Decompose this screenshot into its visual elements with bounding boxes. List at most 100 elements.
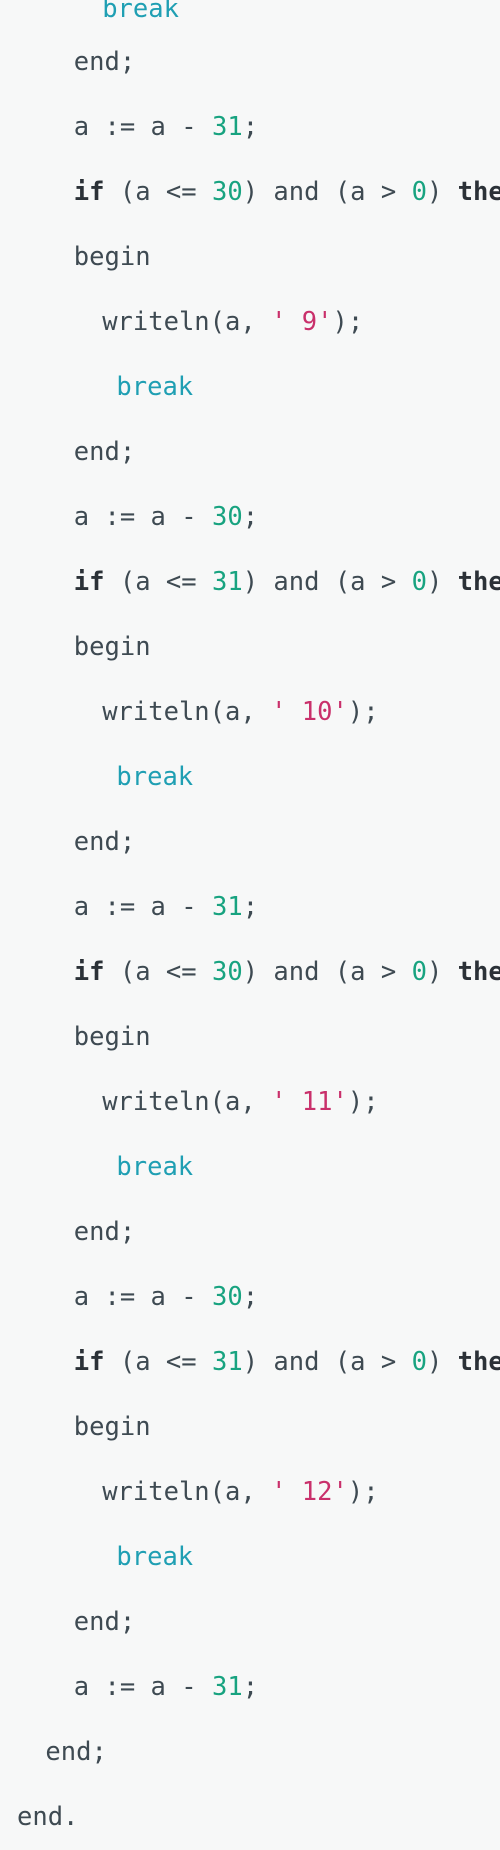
code-token-number: 31: [211, 892, 243, 922]
code-token-keyword: then: [457, 567, 500, 597]
code-line: begin: [0, 1005, 500, 1070]
code-token-plain: a := a -: [73, 892, 212, 922]
code-token-control: break: [102, 0, 179, 24]
code-token-number: 30: [211, 1282, 243, 1312]
code-token-plain: (a <=: [104, 957, 212, 987]
code-token-plain: ): [426, 177, 458, 207]
code-token-plain: writeln(a,: [102, 1477, 272, 1507]
code-token-keyword: then: [457, 957, 500, 987]
code-token-plain: ): [426, 567, 458, 597]
code-line: writeln(a, ' 12');: [0, 1460, 500, 1525]
code-line: a := a - 31;: [0, 875, 500, 940]
code-line: end;: [0, 1200, 500, 1265]
code-token-number: 30: [211, 177, 243, 207]
code-token-keyword: if: [73, 957, 105, 987]
code-token-plain: ) and (a >: [242, 177, 412, 207]
code-listing: break end; a := a - 31; if (a <= 30) and (a…: [0, 0, 500, 1832]
code-token-plain: end;: [73, 1607, 136, 1637]
code-token-plain: );: [347, 1477, 379, 1507]
code-token-number: 0: [411, 177, 427, 207]
code-line: end;: [0, 30, 500, 95]
code-token-plain: a := a -: [73, 502, 212, 532]
code-token-control: break: [116, 762, 194, 792]
code-token-plain: writeln(a,: [102, 697, 272, 727]
code-line: if (a <= 30) and (a > 0) then: [0, 160, 500, 225]
code-token-plain: ): [426, 957, 458, 987]
code-token-number: 31: [211, 112, 243, 142]
code-line: begin: [0, 615, 500, 680]
code-token-string: ' 9': [271, 307, 333, 337]
code-line: a := a - 30;: [0, 485, 500, 550]
code-token-plain: (a <=: [104, 1347, 212, 1377]
code-token-plain: begin: [73, 1022, 151, 1052]
code-line: end;: [0, 1720, 500, 1785]
code-token-plain: );: [332, 307, 364, 337]
code-token-keyword: then: [457, 177, 500, 207]
code-line: a := a - 30;: [0, 1265, 500, 1330]
code-token-plain: end;: [45, 1737, 107, 1767]
code-token-plain: ;: [242, 502, 259, 532]
code-token-number: 31: [211, 567, 243, 597]
code-line: if (a <= 30) and (a > 0) then: [0, 940, 500, 1005]
code-line: break: [0, 1135, 500, 1200]
code-token-keyword: then: [457, 1347, 500, 1377]
code-token-plain: );: [347, 1087, 379, 1117]
code-token-plain: ;: [242, 1672, 259, 1702]
code-token-plain: end;: [73, 1217, 136, 1247]
code-token-number: 31: [211, 1672, 243, 1702]
code-token-number: 31: [211, 1347, 243, 1377]
code-line: if (a <= 31) and (a > 0) then: [0, 1330, 500, 1395]
code-line: end.: [0, 1785, 500, 1850]
code-token-plain: writeln(a,: [102, 1087, 272, 1117]
code-token-number: 0: [411, 1347, 427, 1377]
code-line: end;: [0, 810, 500, 875]
code-token-plain: ;: [242, 112, 259, 142]
code-token-plain: begin: [73, 1412, 151, 1442]
code-token-string: ' 11': [271, 1087, 348, 1117]
code-token-number: 30: [211, 502, 243, 532]
code-line: break: [0, 745, 500, 810]
code-token-plain: begin: [73, 632, 151, 662]
code-line: break: [0, 0, 500, 30]
code-token-plain: a := a -: [73, 1282, 212, 1312]
code-line: if (a <= 31) and (a > 0) then: [0, 550, 500, 615]
code-token-control: break: [116, 1152, 194, 1182]
code-token-plain: ;: [242, 1282, 259, 1312]
code-token-string: ' 10': [271, 697, 348, 727]
code-token-plain: end;: [73, 827, 136, 857]
code-line: begin: [0, 225, 500, 290]
code-token-control: break: [116, 1542, 194, 1572]
code-token-keyword: if: [73, 567, 105, 597]
code-token-plain: writeln(a,: [102, 307, 272, 337]
code-token-plain: a := a -: [73, 1672, 212, 1702]
code-token-number: 0: [411, 957, 427, 987]
code-token-plain: (a <=: [104, 567, 212, 597]
code-token-control: break: [116, 372, 194, 402]
code-line: a := a - 31;: [0, 1655, 500, 1720]
code-token-plain: ) and (a >: [242, 1347, 412, 1377]
code-line: writeln(a, ' 11');: [0, 1070, 500, 1135]
code-token-plain: end;: [73, 47, 136, 77]
code-line: writeln(a, ' 9');: [0, 290, 500, 355]
code-token-plain: end;: [73, 437, 136, 467]
code-token-keyword: if: [73, 177, 105, 207]
code-token-keyword: if: [73, 1347, 105, 1377]
code-line: break: [0, 1525, 500, 1590]
code-line: begin: [0, 1395, 500, 1460]
code-line: end;: [0, 420, 500, 485]
code-token-plain: begin: [73, 242, 151, 272]
code-token-plain: ) and (a >: [242, 957, 412, 987]
code-token-number: 30: [211, 957, 243, 987]
code-token-plain: ) and (a >: [242, 567, 412, 597]
code-token-string: ' 12': [271, 1477, 348, 1507]
code-line: break: [0, 355, 500, 420]
code-token-plain: a := a -: [73, 112, 212, 142]
code-token-plain: (a <=: [104, 177, 212, 207]
code-token-plain: end.: [17, 1802, 79, 1832]
code-token-plain: ): [426, 1347, 458, 1377]
code-line: end;: [0, 1590, 500, 1655]
code-line: writeln(a, ' 10');: [0, 680, 500, 745]
code-token-plain: ;: [242, 892, 259, 922]
code-token-number: 0: [411, 567, 427, 597]
code-line: a := a - 31;: [0, 95, 500, 160]
